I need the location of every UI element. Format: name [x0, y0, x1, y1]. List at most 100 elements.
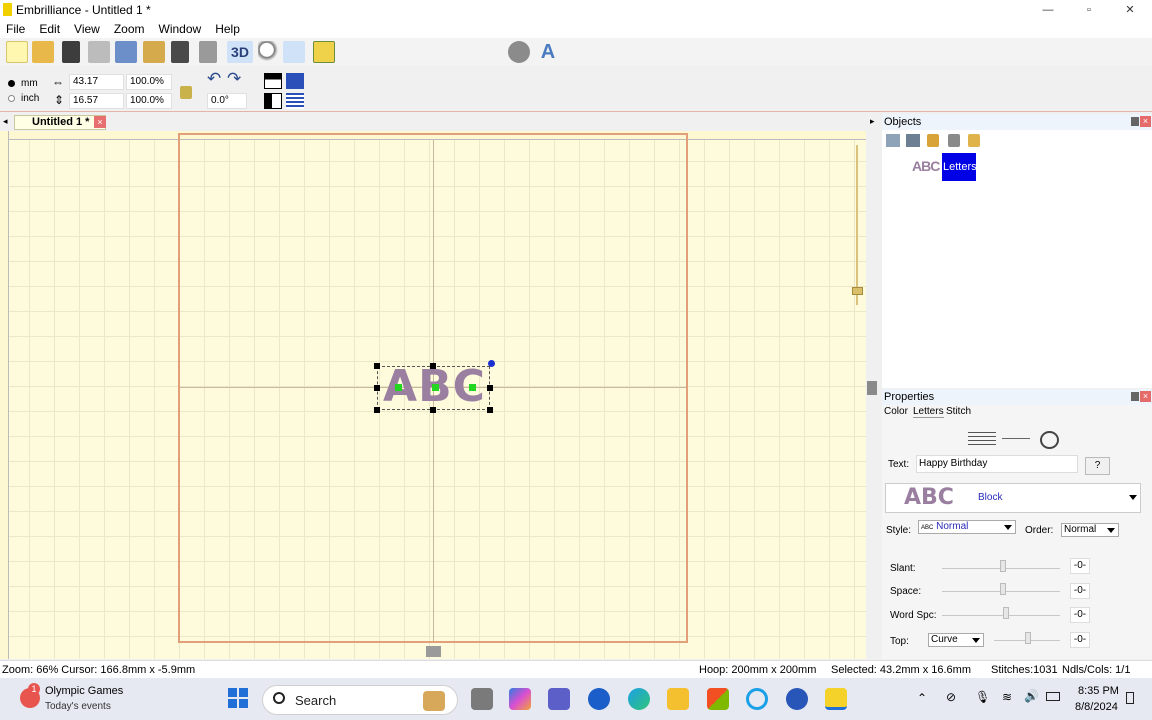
show-hidden-icons-icon[interactable]: ⌃ [917, 691, 927, 705]
ungroup-icon[interactable] [906, 134, 920, 147]
lettering-tool-icon[interactable]: A [537, 41, 559, 63]
slant-value[interactable]: -0- [1070, 558, 1090, 574]
letters-object-label[interactable]: Letters [942, 153, 977, 181]
task-view-icon[interactable] [471, 688, 493, 710]
teams-icon[interactable] [548, 688, 570, 710]
height-percent-input[interactable]: 100.0% [126, 93, 172, 109]
width-input[interactable]: 43.17 [69, 74, 124, 90]
clock-time[interactable]: 8:35 PM [1078, 685, 1119, 697]
open-folder-icon[interactable] [32, 41, 54, 63]
font-dropdown-arrow-icon[interactable] [1129, 495, 1137, 500]
menu-edit[interactable]: Edit [39, 22, 60, 36]
unlock-icon[interactable] [968, 134, 980, 147]
align-left-icon[interactable] [264, 93, 282, 109]
copy-icon[interactable] [115, 41, 137, 63]
hide-icon[interactable] [948, 134, 960, 147]
letters-object-icon[interactable]: ABC [912, 158, 940, 174]
minimize-button[interactable]: — [1034, 2, 1062, 18]
hoop-settings-icon[interactable] [313, 41, 335, 63]
tab-untitled-1[interactable]: Untitled 1 * [14, 115, 106, 130]
space-slider-thumb[interactable] [1000, 583, 1006, 595]
menu-view[interactable]: View [74, 22, 100, 36]
slant-slider-thumb[interactable] [1000, 560, 1006, 572]
handle-rotate[interactable] [488, 360, 495, 367]
canvas-vertical-scrollbar[interactable] [866, 131, 880, 659]
baseline-circle-icon[interactable] [1040, 431, 1059, 449]
embrilliance-taskbar-icon[interactable] [825, 688, 847, 710]
handle-bottom-left[interactable] [374, 407, 380, 413]
aspect-lock-icon[interactable] [180, 86, 192, 99]
tab-stitch[interactable]: Stitch [946, 406, 971, 417]
baseline-straight-icon[interactable] [968, 432, 996, 446]
app-blue-icon[interactable] [588, 688, 610, 710]
objects-pin-icon[interactable] [1131, 117, 1139, 126]
print-icon[interactable] [88, 41, 110, 63]
unit-mm-radio[interactable] [8, 80, 15, 87]
text-help-button[interactable]: ? [1085, 457, 1110, 475]
paste-icon[interactable] [143, 41, 165, 63]
horizontal-scrollbar-thumb[interactable] [426, 646, 441, 657]
new-file-icon[interactable] [6, 41, 28, 63]
rotate-right-icon[interactable]: ↷ [227, 69, 241, 89]
menu-file[interactable]: File [6, 22, 25, 36]
align-top-icon[interactable] [264, 73, 282, 89]
rotate-left-icon[interactable]: ↶ [207, 69, 221, 89]
letter-anchor-c[interactable] [469, 384, 476, 391]
letter-anchor-a[interactable] [395, 384, 402, 391]
volume-icon[interactable]: 🔊 [1024, 689, 1039, 703]
handle-top-left[interactable] [374, 363, 380, 369]
news-widget[interactable]: 1 Olympic Games Today's events [18, 682, 168, 716]
settings-gear-icon[interactable] [786, 688, 808, 710]
microphone-icon[interactable]: 🎙 [975, 690, 990, 704]
rotation-input[interactable]: 0.0° [207, 93, 247, 109]
handle-bottom-right[interactable] [487, 407, 493, 413]
handle-middle-left[interactable] [374, 385, 380, 391]
microsoft-store-icon[interactable] [707, 688, 729, 710]
handle-bottom-center[interactable] [430, 407, 436, 413]
top-value[interactable]: -0- [1070, 632, 1090, 648]
copilot-icon[interactable] [509, 688, 531, 710]
width-percent-input[interactable]: 100.0% [126, 74, 172, 90]
distribute-icon[interactable] [286, 93, 304, 109]
wifi-icon[interactable]: ≋ [1002, 690, 1012, 704]
mirror-vertical-icon[interactable] [199, 41, 217, 63]
top-slider-thumb[interactable] [1025, 632, 1031, 644]
tab-letters[interactable]: Letters [913, 406, 944, 418]
letter-anchor-b[interactable] [432, 384, 439, 391]
group-icon[interactable] [886, 134, 900, 147]
select-pointer-icon[interactable] [283, 41, 305, 63]
space-value[interactable]: -0- [1070, 583, 1090, 599]
zoom-slider-thumb[interactable] [852, 287, 863, 295]
order-dropdown[interactable]: Normal [1061, 523, 1119, 537]
tab-scroll-left-icon[interactable]: ◂ [3, 116, 8, 127]
word-spacing-value[interactable]: -0- [1070, 607, 1090, 623]
start-windows-icon[interactable] [228, 688, 248, 708]
height-input[interactable]: 16.57 [69, 93, 124, 109]
top-curve-dropdown[interactable]: Curve [928, 633, 984, 647]
unit-inch-radio[interactable] [8, 95, 15, 102]
word-spacing-slider-thumb[interactable] [1003, 607, 1009, 619]
scrollbar-thumb[interactable] [867, 381, 877, 395]
maximize-button[interactable]: ▫ [1075, 2, 1103, 18]
menu-window[interactable]: Window [159, 22, 202, 36]
battery-icon[interactable] [1046, 692, 1060, 701]
notifications-icon[interactable] [1126, 692, 1134, 704]
menu-help[interactable]: Help [215, 22, 240, 36]
handle-top-center[interactable] [430, 363, 436, 369]
save-icon[interactable] [62, 41, 80, 63]
center-align-icon[interactable] [286, 73, 304, 89]
handle-middle-right[interactable] [487, 385, 493, 391]
font-selector[interactable]: ABC Block [885, 483, 1141, 513]
stitch-simulator-icon[interactable] [508, 41, 530, 63]
tab-close-icon[interactable]: × [94, 116, 106, 128]
properties-close-icon[interactable]: × [1140, 391, 1151, 402]
three-d-view-button[interactable]: 3D [227, 41, 253, 63]
objects-close-icon[interactable]: × [1140, 116, 1151, 127]
edge-browser-icon[interactable] [628, 688, 650, 710]
baseline-line-icon[interactable] [1002, 438, 1030, 456]
lock-icon[interactable] [927, 134, 939, 147]
word-spacing-slider-track[interactable] [942, 615, 1060, 616]
network-off-icon[interactable]: ⊘ [946, 690, 956, 704]
tab-color[interactable]: Color [884, 406, 908, 417]
tab-scroll-right-icon[interactable]: ▸ [870, 116, 875, 127]
